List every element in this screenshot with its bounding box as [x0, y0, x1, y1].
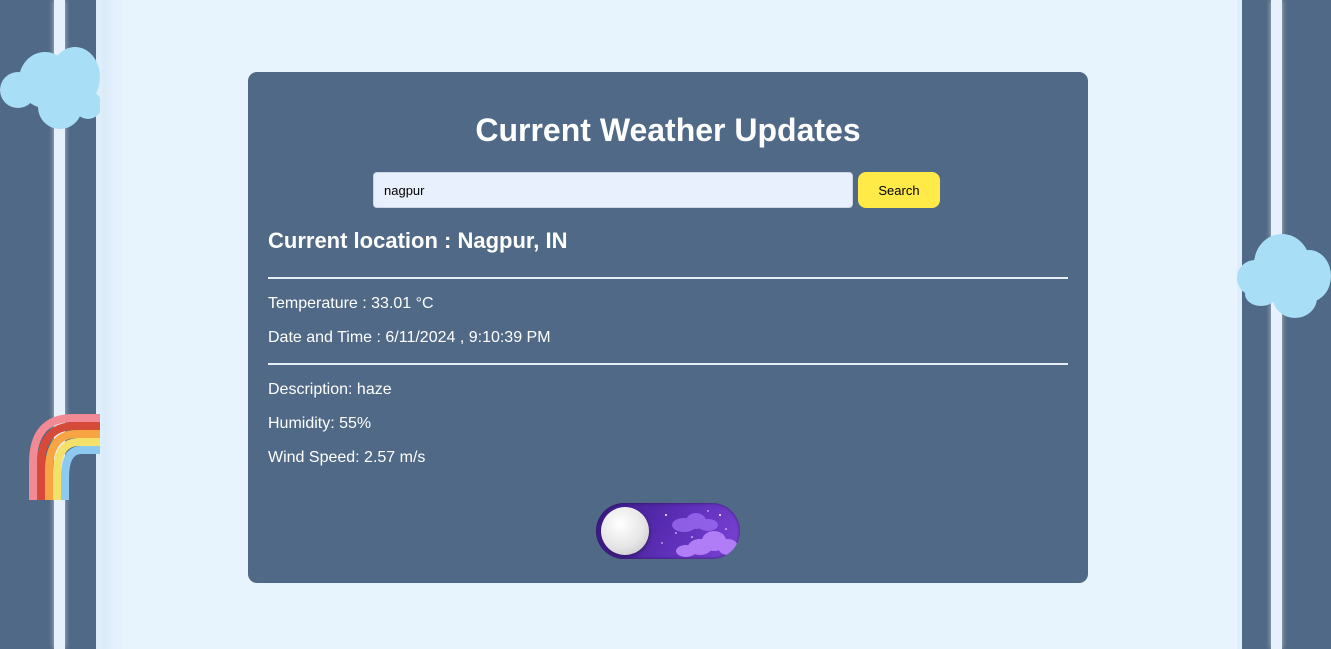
divider [268, 363, 1068, 365]
right-pole [1271, 0, 1282, 649]
divider [268, 277, 1068, 279]
search-button[interactable]: Search [858, 172, 940, 208]
page-title: Current Weather Updates [475, 112, 861, 148]
search-bar: Search [373, 172, 940, 208]
description-text: Description: haze [268, 381, 392, 398]
cloud-icon [1237, 234, 1331, 318]
cloud-icon [0, 47, 100, 129]
city-search-input[interactable] [373, 172, 853, 208]
theme-toggle[interactable] [596, 503, 740, 559]
weather-card: Current Weather Updates Search Current l… [248, 72, 1088, 583]
right-decor-panel [1239, 0, 1331, 649]
moon-knob-icon[interactable] [601, 507, 649, 555]
temperature-text: Temperature : 33.01 °C [268, 295, 434, 312]
right-pole-edge [1237, 0, 1242, 649]
wind-speed-text: Wind Speed: 2.57 m/s [268, 449, 426, 466]
current-location: Current location : Nagpur, IN [268, 228, 568, 253]
rainbow-icon [29, 414, 100, 500]
datetime-text: Date and Time : 6/11/2024 , 9:10:39 PM [268, 329, 551, 346]
humidity-text: Humidity: 55% [268, 415, 372, 432]
